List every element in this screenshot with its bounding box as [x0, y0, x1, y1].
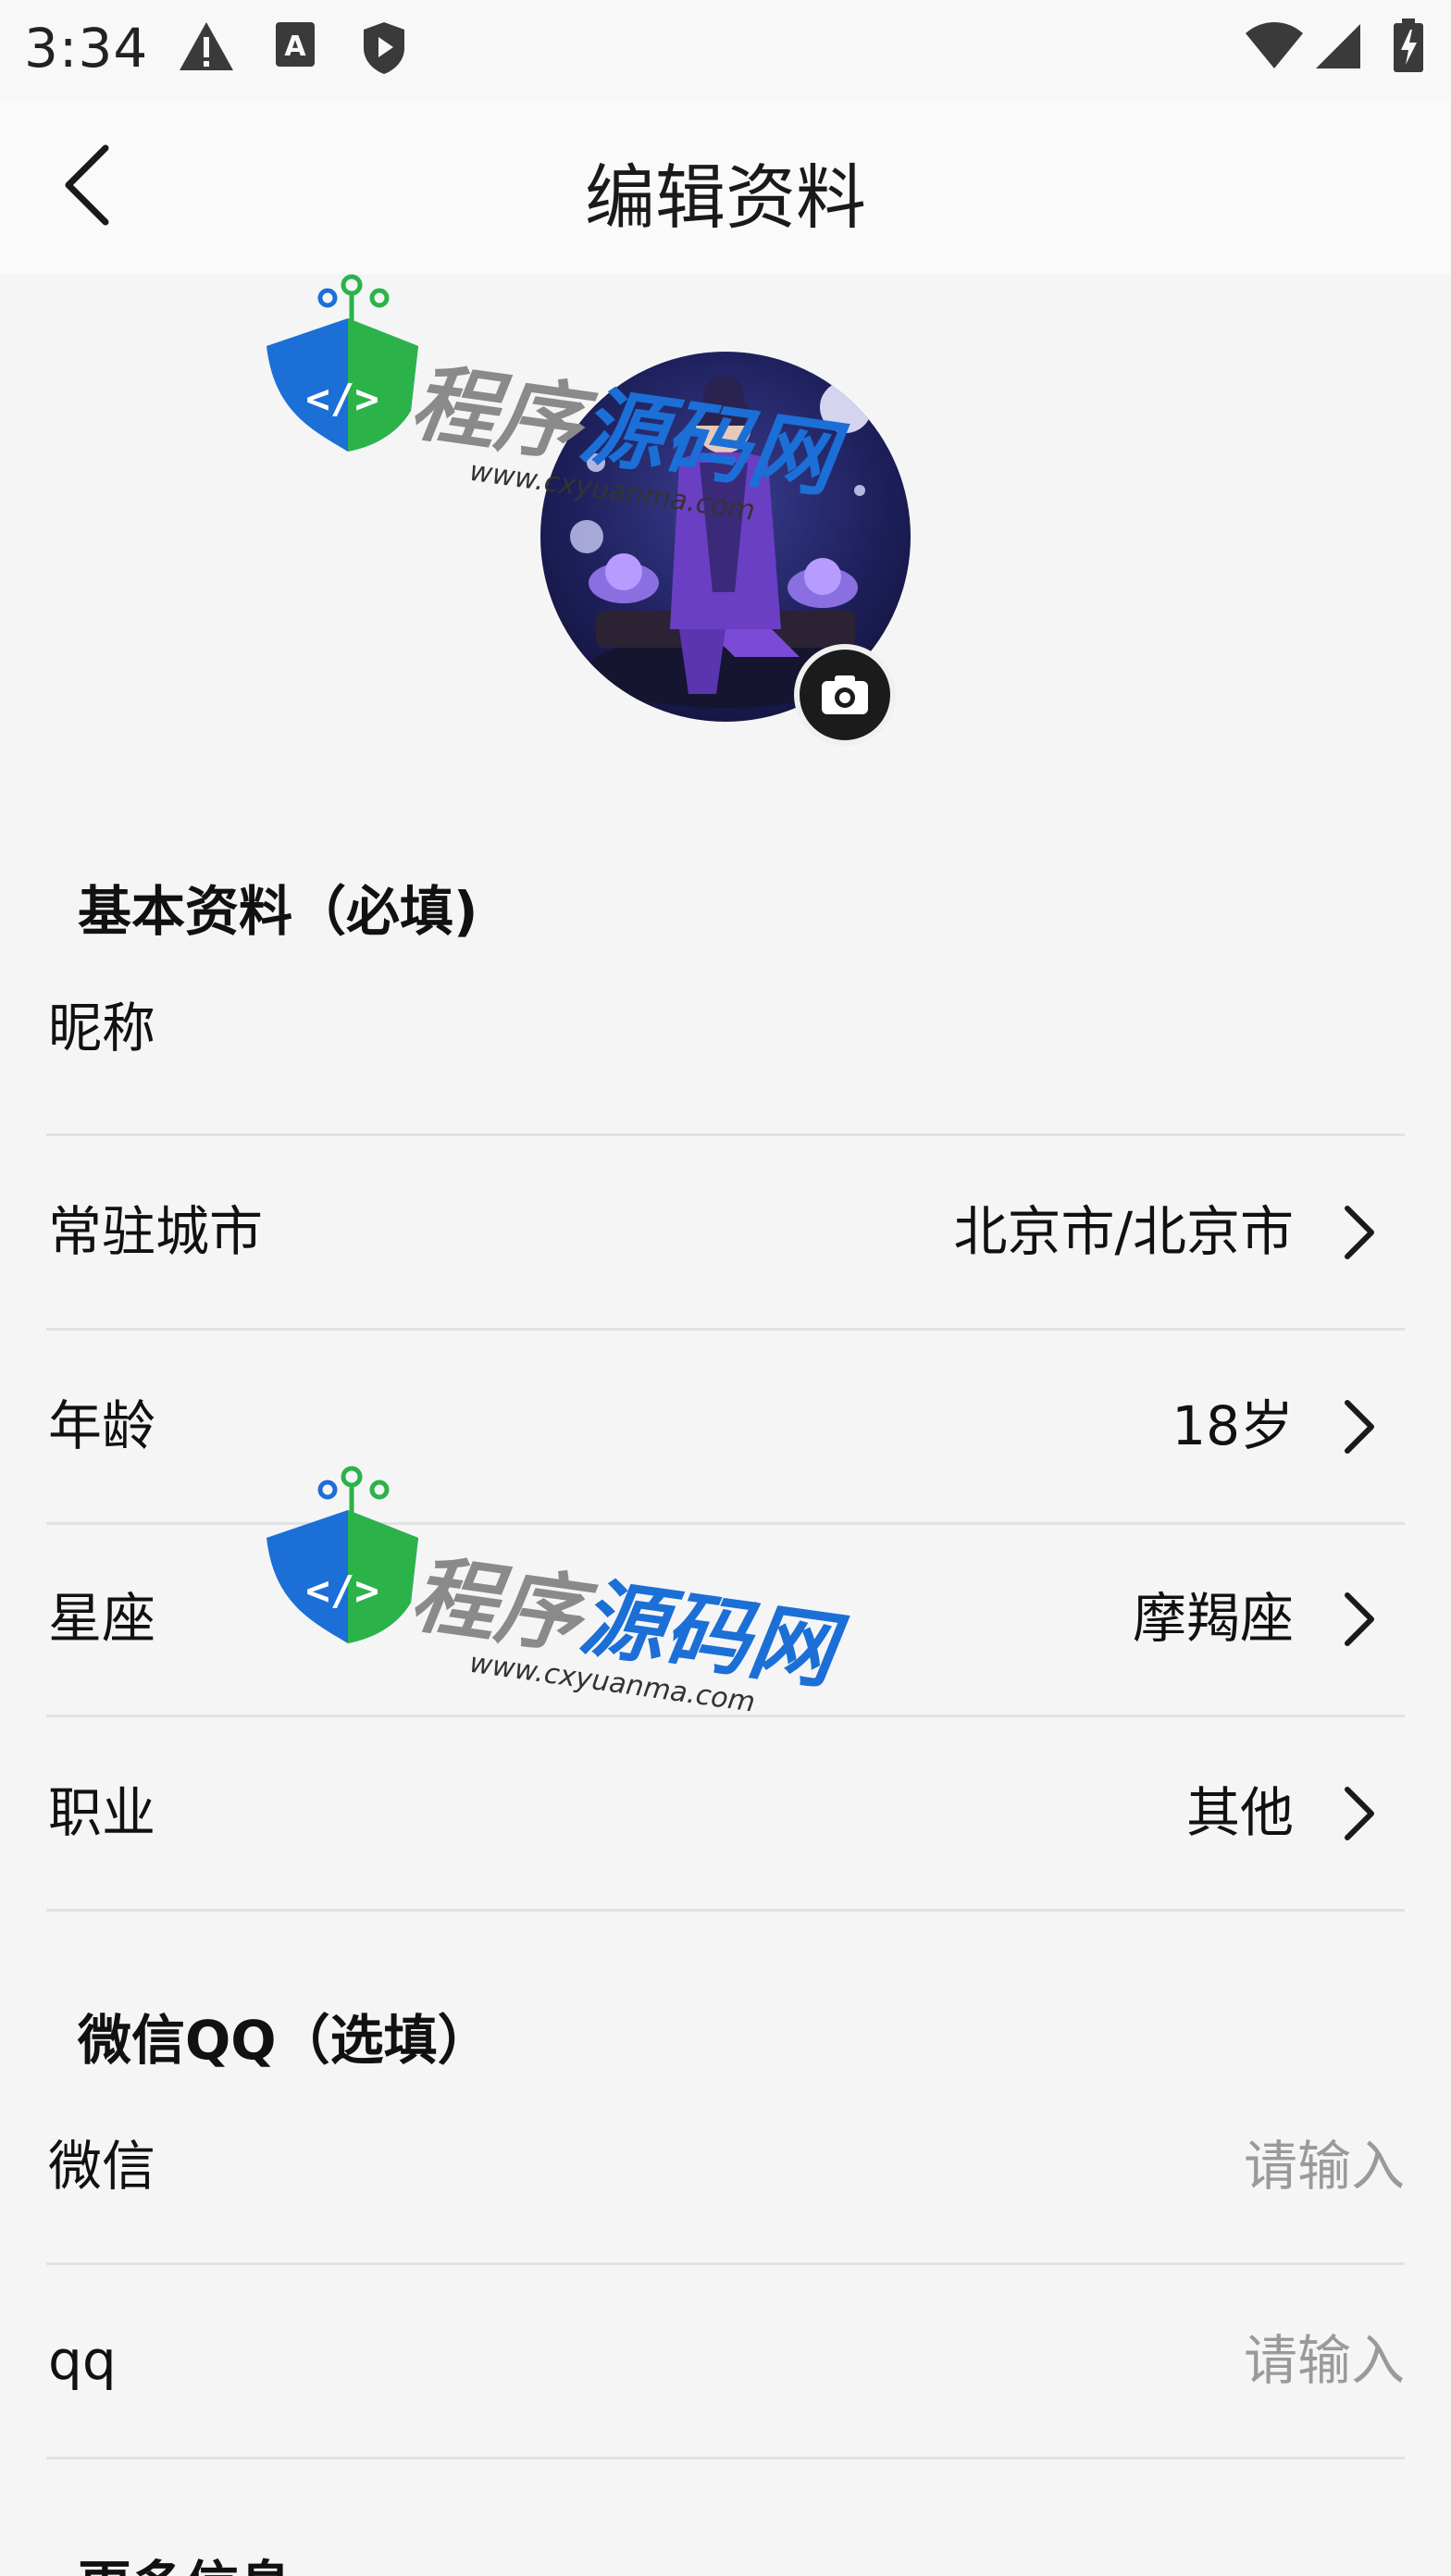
wechat-label: 微信: [48, 2135, 156, 2198]
nickname-row[interactable]: 昵称: [46, 942, 1405, 1136]
status-bar: 3:34 A: [0, 0, 1451, 102]
wechat-row[interactable]: 微信 请输入: [46, 2071, 1405, 2265]
age-label: 年龄: [48, 1394, 156, 1457]
battery-charging-icon: [1394, 19, 1423, 72]
job-row[interactable]: 职业 其他: [46, 1717, 1405, 1912]
wifi-icon: [1246, 22, 1303, 68]
zodiac-value: 摩羯座: [1132, 1587, 1294, 1650]
qq-label: qq: [48, 2329, 117, 2392]
change-avatar-button[interactable]: [794, 644, 896, 746]
chevron-right-icon: [1345, 1787, 1374, 1840]
qq-row[interactable]: qq 请输入: [46, 2265, 1405, 2459]
qq-input[interactable]: 请输入: [1244, 2265, 1405, 2456]
section-title-more: 更多信息: [78, 2543, 292, 2576]
page-title: 编辑资料: [585, 156, 866, 239]
watermark-logo: </> 程序源码网 www.cxyuanma.com: [255, 1464, 885, 1741]
chevron-right-icon: [1345, 1592, 1374, 1646]
watermark-cn-gray: 程序: [405, 1543, 589, 1666]
status-time: 3:34: [24, 17, 149, 80]
chevron-right-icon: [1345, 1206, 1374, 1259]
svg-text:A: A: [284, 31, 306, 63]
cellular-signal-icon: [1316, 24, 1360, 68]
city-label: 常驻城市: [48, 1200, 264, 1263]
nickname-label: 昵称: [48, 997, 156, 1059]
svg-text:</>: </>: [305, 1567, 378, 1615]
chevron-right-icon: [1345, 1400, 1374, 1454]
shield-play-icon: [364, 22, 404, 74]
camera-icon: [822, 675, 868, 714]
city-row[interactable]: 常驻城市 北京市/北京市: [46, 1136, 1405, 1331]
city-value: 北京市/北京市: [953, 1200, 1294, 1263]
wechat-input[interactable]: 请输入: [1244, 2071, 1405, 2261]
job-value: 其他: [1185, 1781, 1294, 1844]
zodiac-label: 星座: [48, 1587, 156, 1650]
watermark-logo: </> 程序源码网 www.cxyuanma.com: [255, 272, 885, 550]
warning-icon: [180, 22, 233, 70]
watermark-cn-gray: 程序: [405, 352, 589, 475]
a-box-icon: A: [276, 22, 315, 67]
svg-text:</>: </>: [305, 376, 378, 423]
app-header: 编辑资料: [0, 102, 1451, 274]
age-value: 18岁: [1172, 1394, 1294, 1457]
job-label: 职业: [48, 1781, 156, 1844]
section-title-contact: 微信QQ（选填）: [78, 2009, 491, 2072]
